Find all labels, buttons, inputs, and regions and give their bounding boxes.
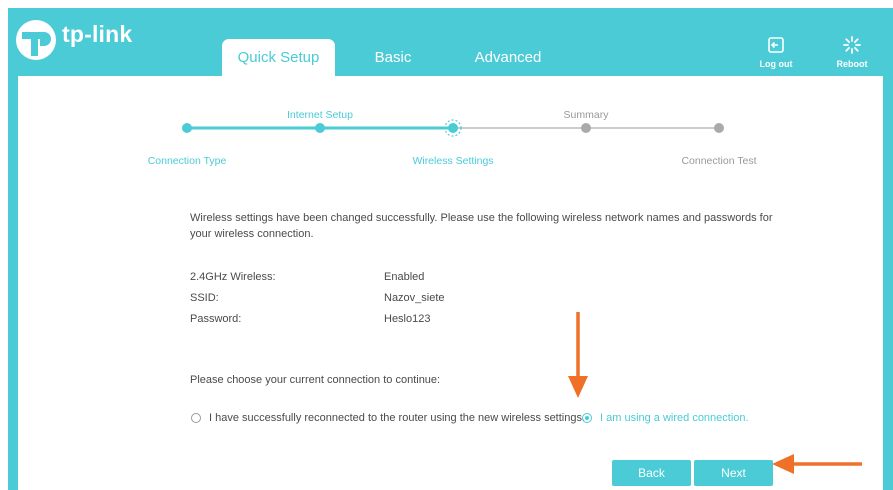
tab-basic[interactable]: Basic	[335, 39, 451, 76]
main-tabs: Quick Setup Basic Advanced	[222, 39, 565, 76]
connection-prompt: Please choose your current connection to…	[190, 374, 441, 386]
option-label: I have successfully reconnected to the r…	[209, 412, 586, 424]
quick-setup-panel: Connection Type Internet Setup Wireless …	[18, 76, 883, 490]
reboot-button[interactable]: Reboot	[827, 34, 877, 69]
option-wireless-reconnected[interactable]: I have successfully reconnected to the r…	[191, 412, 585, 424]
step-label-wireless-settings: Wireless Settings	[412, 155, 494, 167]
info-key: SSID:	[190, 292, 219, 304]
step-label-internet-setup: Internet Setup	[287, 109, 353, 121]
tab-advanced[interactable]: Advanced	[451, 39, 565, 76]
tp-link-logo-icon	[14, 18, 58, 62]
logout-button[interactable]: Log out	[751, 34, 801, 69]
reboot-icon	[827, 34, 877, 56]
step-dot-connection-test	[714, 123, 724, 133]
router-admin-window: tp-link Quick Setup Basic Advanced Log o…	[8, 8, 893, 490]
header-bar: tp-link Quick Setup Basic Advanced Log o…	[8, 8, 893, 76]
setup-progress: Connection Type Internet Setup Wireless …	[18, 76, 883, 176]
step-dot-internet-setup	[315, 123, 325, 133]
brand-name: tp-link	[62, 20, 133, 47]
option-wired-connection[interactable]: I am using a wired connection.	[582, 412, 749, 424]
radio-wireless-reconnected[interactable]	[191, 413, 201, 423]
step-dot-wireless-settings	[448, 123, 458, 133]
success-message: Wireless settings have been changed succ…	[190, 212, 773, 240]
radio-wired-connection[interactable]	[582, 413, 592, 423]
step-label-summary: Summary	[563, 109, 609, 121]
info-key: Password:	[190, 313, 242, 325]
tab-quick-setup[interactable]: Quick Setup	[222, 39, 335, 76]
step-dot-summary	[581, 123, 591, 133]
reboot-label: Reboot	[836, 59, 868, 69]
next-button[interactable]: Next	[694, 460, 773, 486]
info-value: Heslo123	[384, 313, 431, 325]
logout-label: Log out	[759, 59, 793, 69]
step-dot-connection-type	[182, 123, 192, 133]
info-value: Nazov_siete	[384, 292, 445, 304]
info-value: Enabled	[384, 271, 425, 283]
step-label-connection-test: Connection Test	[681, 155, 757, 167]
info-key: 2.4GHz Wireless:	[190, 271, 276, 283]
back-button[interactable]: Back	[612, 460, 691, 486]
tp-link-logo: tp-link	[14, 18, 144, 62]
option-label: I am using a wired connection.	[600, 412, 749, 424]
logout-icon	[751, 34, 801, 56]
step-label-connection-type: Connection Type	[147, 155, 227, 167]
